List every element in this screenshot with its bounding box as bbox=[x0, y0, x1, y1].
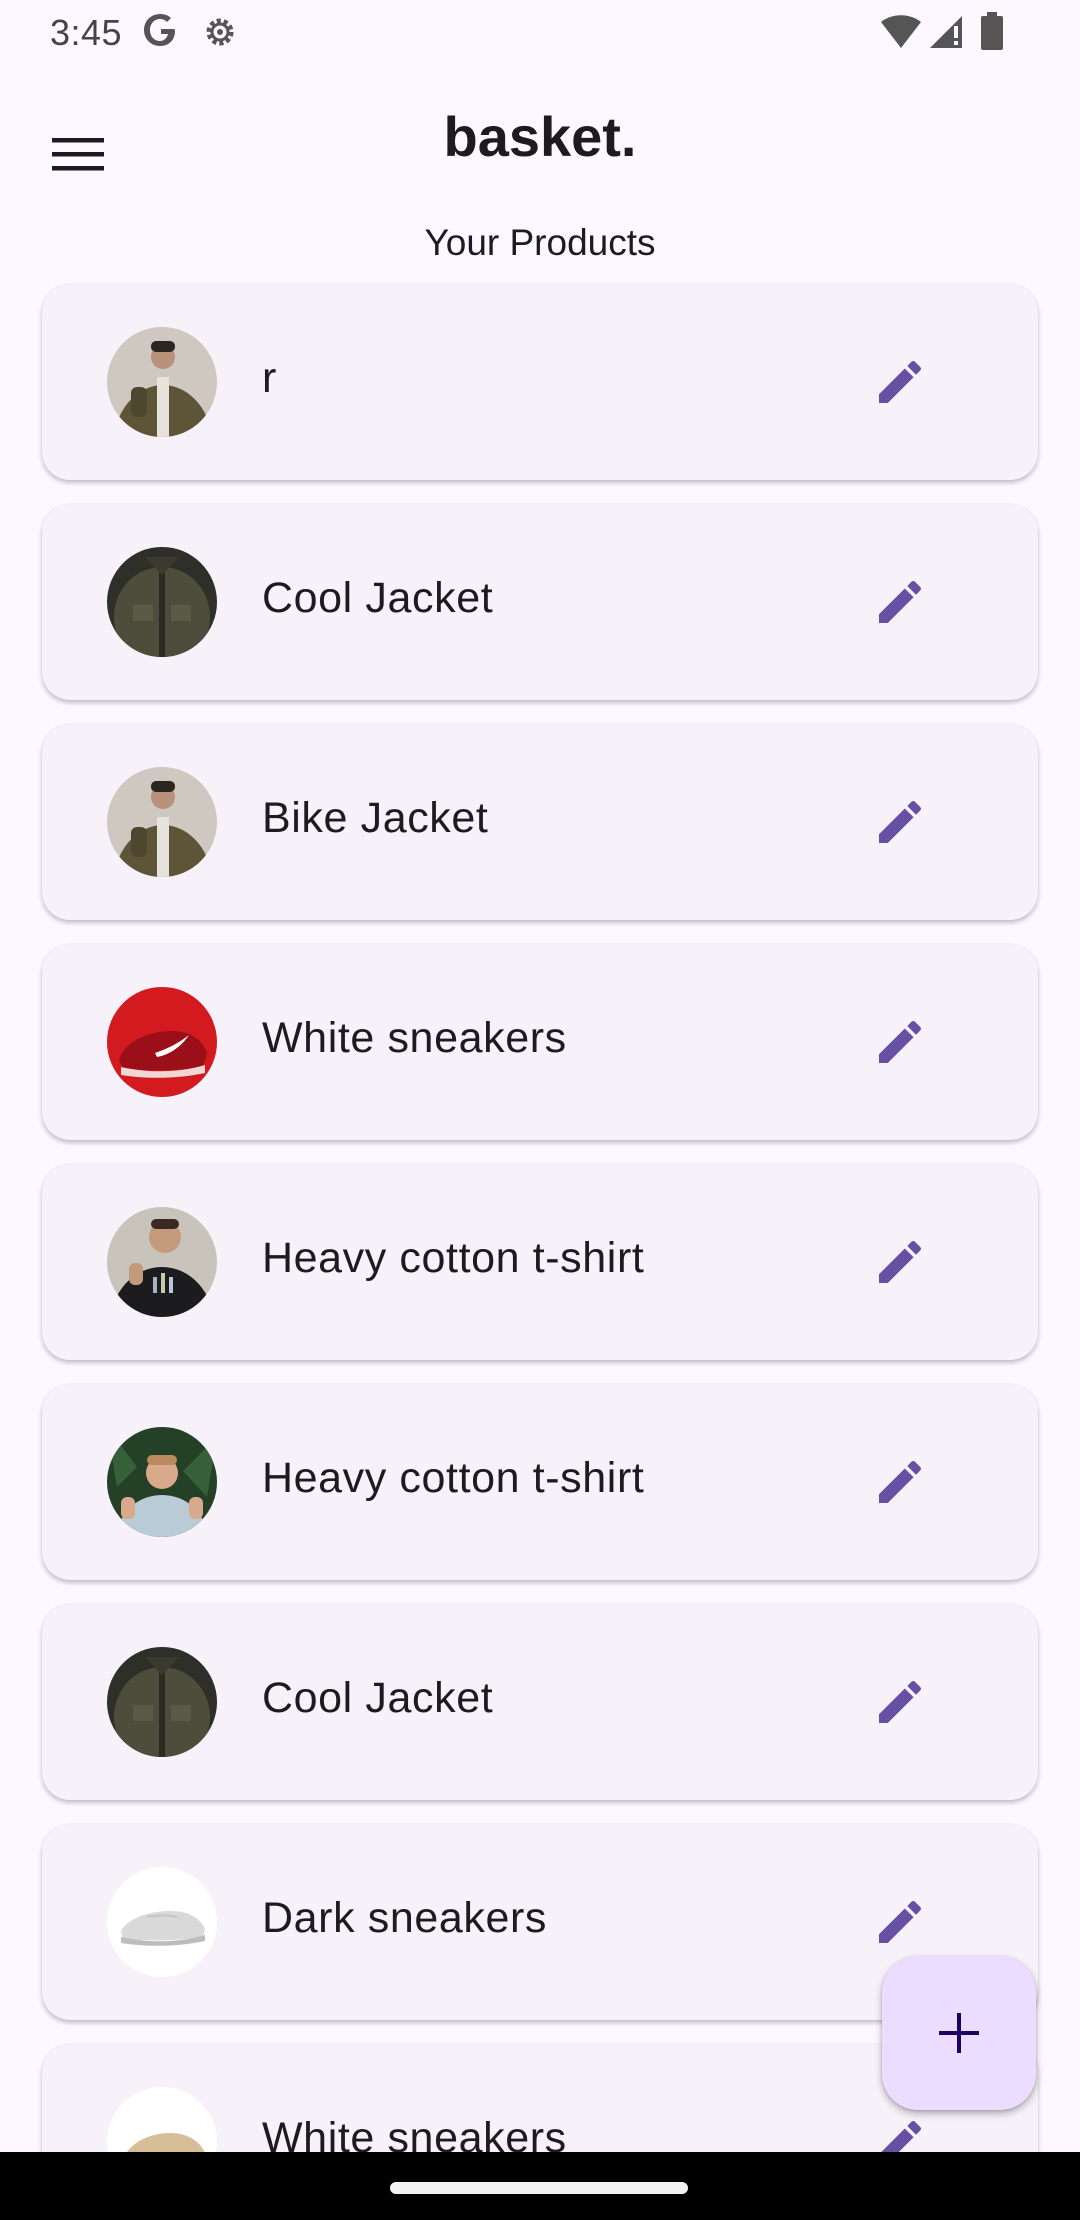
edit-button[interactable] bbox=[850, 1652, 950, 1752]
edit-button[interactable] bbox=[850, 332, 950, 432]
cell-signal-icon bbox=[928, 14, 964, 50]
product-thumbnail bbox=[107, 1207, 217, 1317]
pencil-icon bbox=[879, 1020, 922, 1063]
product-name: White sneakers bbox=[262, 1014, 567, 1062]
product-name: Heavy cotton t-shirt bbox=[262, 1234, 645, 1282]
battery-icon bbox=[980, 12, 1004, 50]
settings-gear-icon bbox=[200, 12, 240, 52]
screen: 3:45 basket. Your Products r Cool Jacket… bbox=[0, 0, 1080, 2220]
product-card[interactable]: Heavy cotton t-shirt bbox=[42, 1384, 1038, 1580]
product-thumbnail bbox=[107, 987, 217, 1097]
product-thumbnail bbox=[107, 547, 217, 657]
product-card[interactable]: White sneakers bbox=[42, 944, 1038, 1140]
system-navigation-bar bbox=[0, 2152, 1080, 2220]
pencil-icon bbox=[879, 1900, 922, 1943]
add-product-button[interactable] bbox=[882, 1956, 1036, 2110]
status-time: 3:45 bbox=[50, 12, 123, 53]
product-name: r bbox=[262, 354, 277, 402]
edit-button[interactable] bbox=[850, 1212, 950, 1312]
product-thumbnail bbox=[107, 327, 217, 437]
product-thumbnail bbox=[107, 767, 217, 877]
pencil-icon bbox=[879, 1240, 922, 1283]
product-thumbnail bbox=[107, 1647, 217, 1757]
product-name: Bike Jacket bbox=[262, 794, 489, 842]
edit-button[interactable] bbox=[850, 772, 950, 872]
product-card[interactable]: Cool Jacket bbox=[42, 504, 1038, 700]
pencil-icon bbox=[879, 1680, 922, 1723]
edit-button[interactable] bbox=[850, 992, 950, 1092]
product-card[interactable]: Bike Jacket bbox=[42, 724, 1038, 920]
pencil-icon bbox=[879, 580, 922, 623]
product-name: Cool Jacket bbox=[262, 574, 494, 622]
plus-icon bbox=[939, 2013, 979, 2053]
app-title: basket. bbox=[443, 105, 637, 168]
app-bar: basket. bbox=[0, 66, 1080, 216]
product-thumbnail bbox=[107, 1867, 217, 1977]
product-card[interactable]: Cool Jacket bbox=[42, 1604, 1038, 1800]
wifi-icon bbox=[880, 14, 922, 50]
pencil-icon bbox=[879, 800, 922, 843]
product-name: Dark sneakers bbox=[262, 1894, 548, 1942]
edit-button[interactable] bbox=[850, 1432, 950, 1532]
status-bar: 3:45 bbox=[0, 0, 1080, 66]
product-card[interactable]: Heavy cotton t-shirt bbox=[42, 1164, 1038, 1360]
pencil-icon bbox=[879, 360, 922, 403]
product-name: Cool Jacket bbox=[262, 1674, 494, 1722]
home-indicator[interactable] bbox=[390, 2182, 688, 2194]
section-title: Your Products bbox=[424, 222, 656, 263]
product-card[interactable]: r bbox=[42, 284, 1038, 480]
edit-button[interactable] bbox=[850, 552, 950, 652]
product-thumbnail bbox=[107, 1427, 217, 1537]
pencil-icon bbox=[879, 1460, 922, 1503]
product-name: Heavy cotton t-shirt bbox=[262, 1454, 645, 1502]
google-g-icon bbox=[140, 10, 180, 50]
